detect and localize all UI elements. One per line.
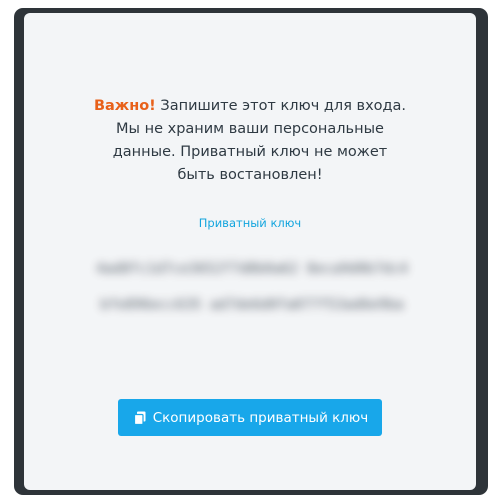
private-key-value: 4ad8fc1d7ce3652f7d8b0a62 8eca9d0b7dc4bfe…: [96, 261, 408, 313]
copy-button-label: Скопировать приватный ключ: [152, 409, 369, 426]
copy-icon: [132, 410, 148, 426]
warning-line-2: Мы не храним ваши персональные: [116, 121, 384, 137]
warning-message: Важно! Запишите этот ключ для входа. Мы …: [24, 95, 476, 187]
private-key-label: Приватный ключ: [198, 216, 302, 230]
warning-line-1: Важно! Запишите этот ключ для входа.: [24, 95, 476, 118]
copy-private-key-button[interactable]: Скопировать приватный ключ: [118, 399, 382, 436]
private-key-card: Важно! Запишите этот ключ для входа. Мы …: [24, 13, 476, 490]
warning-line-4: быть востановлен!: [177, 167, 323, 183]
warning-line-3: данные. Приватный ключ не может: [112, 144, 388, 160]
warning-line-1-text: Запишите этот ключ для входа.: [155, 98, 407, 114]
important-label: Важно!: [93, 98, 156, 114]
